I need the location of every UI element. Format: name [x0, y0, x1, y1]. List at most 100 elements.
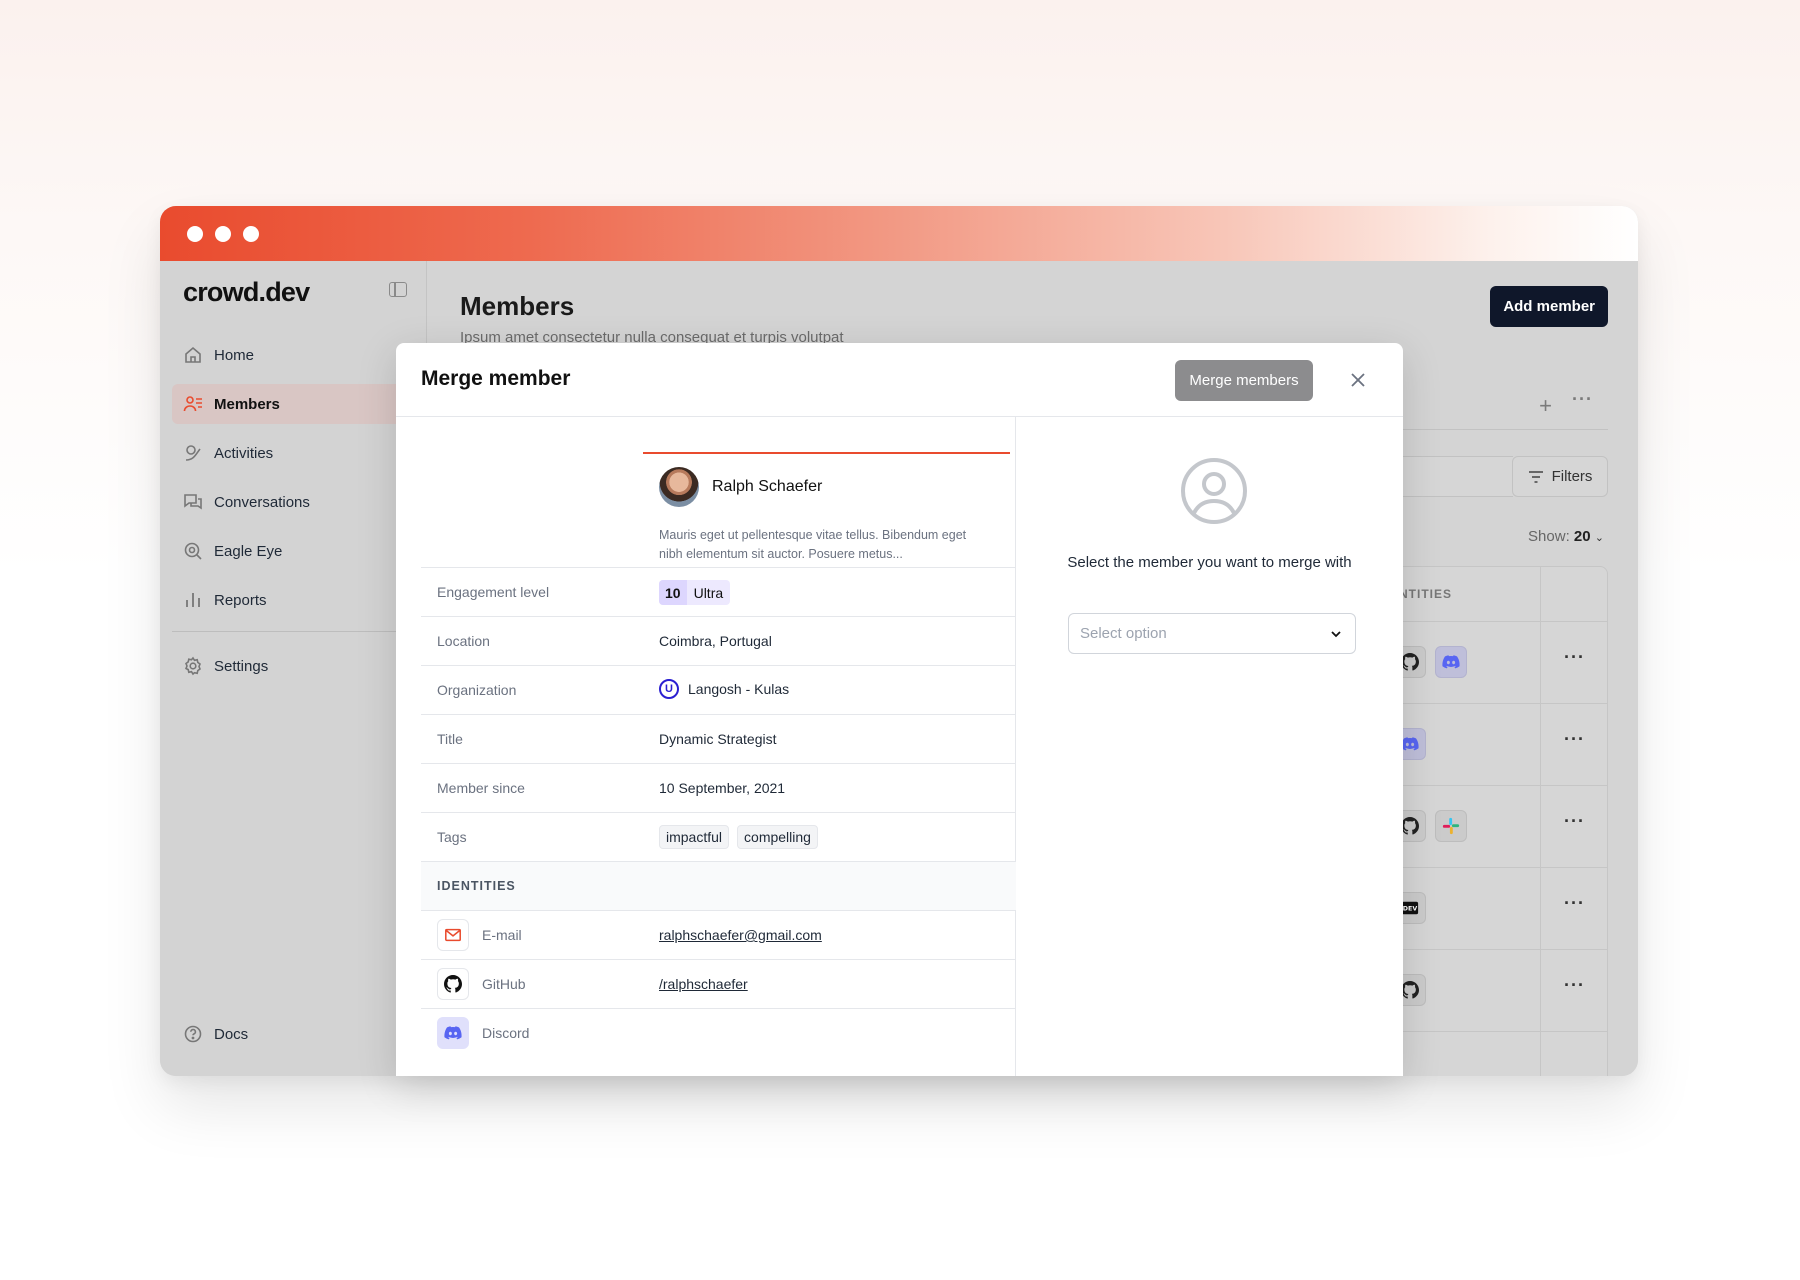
window-close-dot[interactable] — [187, 226, 203, 242]
primary-member-accent — [643, 452, 1010, 454]
attribute-label: Location — [437, 633, 490, 649]
identities-heading: IDENTITIES — [437, 879, 516, 893]
github-icon — [437, 968, 469, 1000]
location-value: Coimbra, Portugal — [659, 633, 772, 649]
discord-icon[interactable] — [1435, 646, 1467, 678]
sidebar-item-label: Conversations — [214, 493, 310, 511]
sidebar: crowd.dev Home Members Activities Conver… — [160, 261, 427, 1076]
discord-icon — [437, 1017, 469, 1049]
activities-icon — [185, 445, 201, 461]
merge-target-prompt: Select the member you want to merge with — [1067, 554, 1352, 571]
engagement-score: 10 — [659, 580, 687, 605]
email-link[interactable]: ralphschaefer@gmail.com — [659, 927, 822, 943]
organization-row: Organization U Langosh - Kulas — [421, 665, 1016, 714]
avatar — [659, 467, 699, 507]
window-maximize-dot[interactable] — [243, 226, 259, 242]
page-size-label: Show: — [1528, 528, 1570, 545]
reports-icon — [186, 593, 200, 607]
column-divider — [1540, 567, 1541, 1076]
engagement-badge: 10 Ultra — [659, 580, 731, 605]
views-more-icon[interactable]: ··· — [1572, 389, 1593, 410]
home-icon — [185, 346, 201, 363]
svg-text:DEV: DEV — [1403, 906, 1418, 913]
row-actions-icon[interactable]: ··· — [1564, 647, 1585, 668]
engagement-level-row: Engagement level 10 Ultra — [421, 567, 1016, 616]
modal-title: Merge member — [421, 367, 571, 390]
tag: impactful — [659, 825, 730, 849]
sidebar-item-eagle-eye[interactable]: Eagle Eye — [172, 531, 412, 571]
identity-label: E-mail — [482, 927, 522, 943]
chevron-down-icon — [1331, 631, 1341, 638]
sidebar-item-docs[interactable]: Docs — [172, 1014, 412, 1054]
attribute-label: Tags — [437, 829, 467, 845]
identity-label: Discord — [482, 1025, 530, 1041]
row-actions-icon[interactable]: ··· — [1564, 729, 1585, 750]
mail-icon — [437, 919, 469, 951]
sidebar-item-label: Eagle Eye — [214, 542, 283, 560]
sidebar-item-label: Home — [214, 346, 255, 364]
identity-email-row: E-mail ralphschaefer@gmail.com — [421, 910, 1016, 959]
location-row: Location Coimbra, Portugal — [421, 616, 1016, 665]
organization-value-wrap: U Langosh - Kulas — [659, 679, 789, 699]
sidebar-item-label: Members — [214, 395, 280, 413]
row-actions-icon[interactable]: ··· — [1564, 893, 1585, 914]
title-value: Dynamic Strategist — [659, 731, 777, 747]
page-title: Members — [460, 291, 575, 321]
organization-logo: U — [659, 679, 679, 699]
user-placeholder-icon — [1181, 458, 1247, 524]
add-member-button[interactable]: Add member — [1490, 286, 1608, 327]
gear-icon — [184, 656, 201, 676]
attribute-label: Organization — [437, 682, 517, 698]
window-minimize-dot[interactable] — [215, 226, 231, 242]
github-link[interactable]: /ralphschaefer — [659, 976, 748, 992]
page-size-value: 20 — [1573, 528, 1591, 545]
row-actions-icon[interactable]: ··· — [1564, 811, 1585, 832]
sidebar-item-settings[interactable]: Settings — [172, 646, 412, 686]
sidebar-item-conversations[interactable]: Conversations — [172, 482, 412, 522]
sidebar-item-home[interactable]: Home — [172, 335, 412, 375]
merge-target-panel: Select the member you want to merge with… — [1016, 417, 1403, 1076]
sidebar-item-label: Docs — [214, 1025, 249, 1043]
filters-button[interactable]: Filters — [1512, 456, 1608, 497]
sidebar-item-label: Reports — [214, 591, 267, 609]
member-name: Ralph Schaefer — [712, 478, 823, 495]
sidebar-item-label: Activities — [214, 444, 274, 462]
page-size-selector[interactable]: Show: 20 ⌄ — [1528, 528, 1604, 545]
select-placeholder: Select option — [1080, 625, 1167, 642]
primary-member-panel: Ralph Schaefer Mauris eget ut pellentesq… — [421, 417, 1016, 1076]
title-row: Title Dynamic Strategist — [421, 714, 1016, 763]
tag: compelling — [737, 825, 818, 849]
sidebar-item-members[interactable]: Members — [172, 384, 412, 424]
conversations-icon — [184, 494, 202, 510]
close-icon[interactable] — [1346, 368, 1370, 392]
merge-member-modal: Merge member Merge members Ralph Schaefe… — [396, 343, 1403, 1076]
identity-label: GitHub — [482, 976, 526, 992]
help-icon — [184, 1025, 202, 1043]
member-since-row: Member since 10 September, 2021 — [421, 763, 1016, 812]
row-actions-icon[interactable]: ··· — [1564, 975, 1585, 996]
sidebar-item-reports[interactable]: Reports — [172, 580, 412, 620]
eagle-eye-icon — [184, 542, 202, 560]
filters-label: Filters — [1551, 468, 1593, 485]
attribute-label: Member since — [437, 780, 525, 796]
tags-row: Tags impactful compelling — [421, 812, 1016, 861]
member-since-value: 10 September, 2021 — [659, 780, 786, 796]
organization-value[interactable]: Langosh - Kulas — [688, 681, 789, 697]
merge-target-select[interactable]: Select option — [1068, 613, 1356, 654]
members-icon — [183, 396, 202, 412]
slack-icon[interactable] — [1435, 810, 1467, 842]
engagement-level: Ultra — [693, 584, 724, 601]
chevron-down-icon: ⌄ — [1594, 532, 1604, 544]
sidebar-collapse-icon[interactable] — [389, 282, 407, 297]
sidebar-item-label: Settings — [214, 657, 269, 675]
add-view-icon[interactable]: + — [1539, 393, 1552, 419]
sidebar-item-activities[interactable]: Activities — [172, 433, 412, 473]
sidebar-divider — [172, 631, 427, 632]
merge-members-button[interactable]: Merge members — [1175, 360, 1313, 401]
window-titlebar — [160, 206, 1638, 261]
identity-github-row: GitHub /ralphschaefer — [421, 959, 1016, 1008]
attribute-label: Engagement level — [437, 584, 550, 600]
filter-icon — [1528, 470, 1543, 483]
app-logo[interactable]: crowd.dev — [183, 277, 310, 308]
identities-heading-row: IDENTITIES — [421, 861, 1016, 910]
